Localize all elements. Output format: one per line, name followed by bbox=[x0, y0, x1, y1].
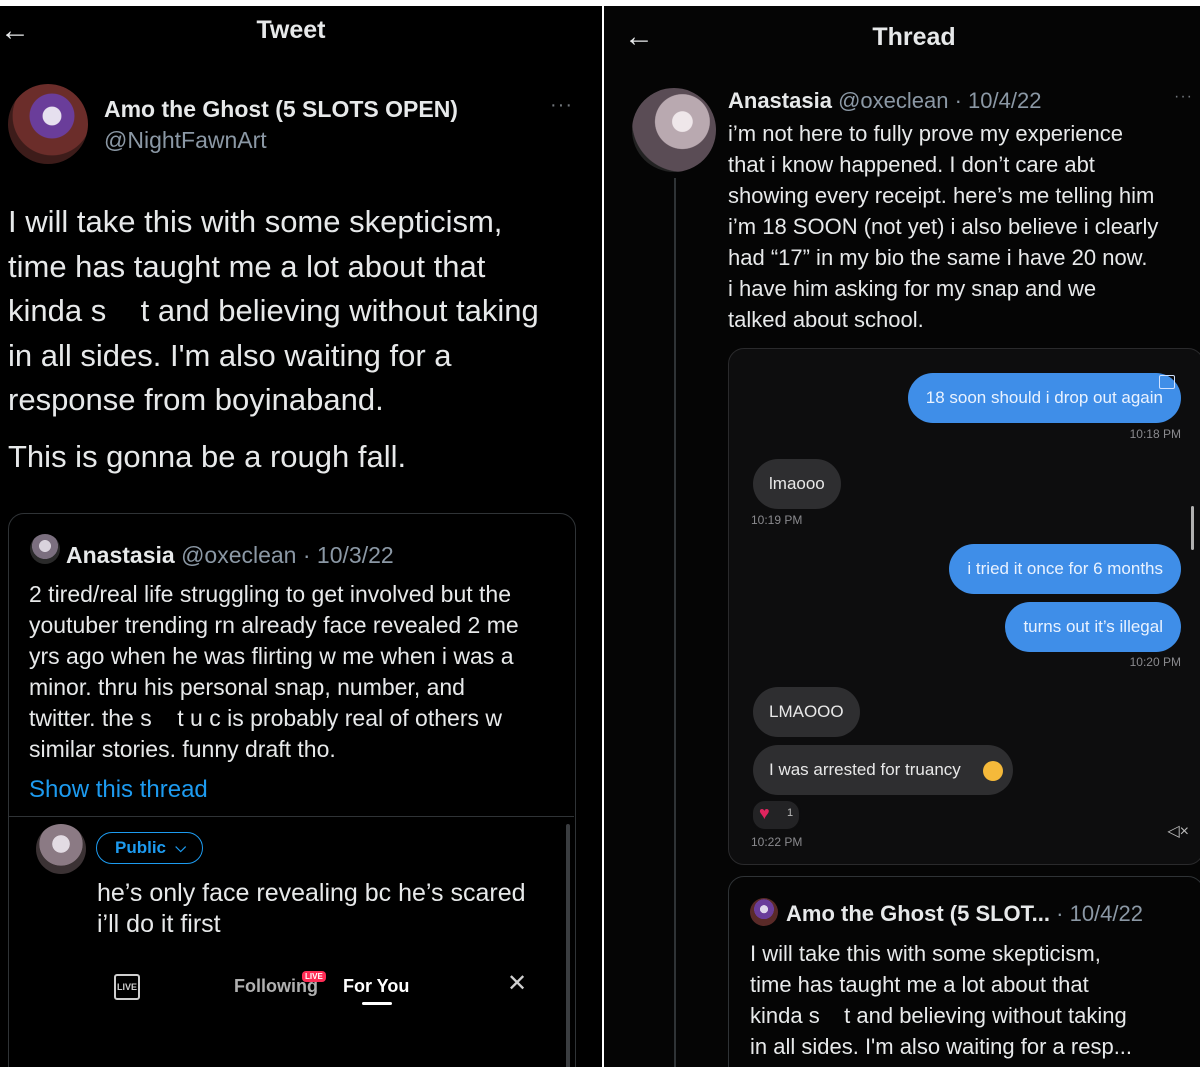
quote-line: kinda s t and believing without taking bbox=[750, 1003, 1127, 1028]
timestamp: 10:18 PM bbox=[1129, 427, 1181, 441]
quote-avatar[interactable] bbox=[750, 898, 778, 926]
quote-author: Anastasia @oxeclean · 10/3/22 bbox=[66, 542, 394, 569]
author-handle[interactable]: @NightFawnArt bbox=[104, 127, 267, 154]
received-message: lmaooo bbox=[753, 459, 841, 509]
quote-line: time has taught me a lot about that bbox=[750, 972, 1089, 997]
chevron-down-icon: ⌵ bbox=[175, 839, 187, 855]
scrollbar[interactable] bbox=[1191, 506, 1194, 550]
author-name[interactable]: Amo the Ghost (5 SLOTS OPEN) bbox=[104, 96, 458, 123]
quote-line: I will take this with some skepticism, bbox=[750, 941, 1101, 966]
reply-text[interactable]: he’s only face revealing bc he’s scared … bbox=[97, 878, 526, 940]
thread-line-text: talked about school. bbox=[728, 307, 924, 332]
timestamp: 10:19 PM bbox=[751, 513, 803, 527]
timestamp: 10:20 PM bbox=[1129, 655, 1181, 669]
post-date: · 10/4/22 bbox=[954, 88, 1042, 113]
author-handle[interactable]: @oxeclean bbox=[838, 88, 948, 113]
tweet-line: I will take this with some skepticism, bbox=[8, 204, 503, 239]
more-options-icon[interactable]: ··· bbox=[550, 94, 573, 117]
for-you-tab[interactable]: For You bbox=[343, 976, 409, 997]
quote-avatar[interactable] bbox=[30, 534, 60, 564]
active-tab-indicator bbox=[362, 1002, 392, 1005]
tweet-header: ← Tweet bbox=[0, 6, 602, 66]
thread-header: ← Thread bbox=[604, 6, 1200, 66]
quote-line: twitter. the s t u c is probably real of… bbox=[29, 705, 502, 731]
quote-name: Anastasia bbox=[66, 542, 175, 568]
message-text: I was arrested for truancy bbox=[769, 760, 961, 779]
left-screenshot-panel: ← Tweet Amo the Ghost (5 SLOTS OPEN) @Ni… bbox=[0, 6, 602, 1067]
tweet-line: time has taught me a lot about that bbox=[8, 248, 486, 284]
reply-line: he’s only face revealing bc he’s scared bbox=[97, 879, 526, 907]
reaction-pill[interactable]: ♥ 1 bbox=[751, 799, 801, 831]
more-options-icon[interactable]: ··· bbox=[1174, 88, 1193, 106]
thread-line-text: i’m 18 SOON (not yet) i also believe i c… bbox=[728, 214, 1159, 239]
tweet-body: I will take this with some skepticism, t… bbox=[8, 200, 598, 479]
author-row: Anastasia @oxeclean · 10/4/22 bbox=[728, 88, 1041, 114]
quote-name: Amo the Ghost (5 SLOT... bbox=[786, 901, 1051, 926]
tweet-line: response from boyinaband. bbox=[8, 382, 384, 417]
reply-line: i’ll do it first bbox=[97, 910, 221, 938]
thread-line bbox=[674, 178, 676, 1067]
tweet-line: This is gonna be a rough fall. bbox=[8, 438, 407, 474]
audience-label: Public bbox=[115, 838, 167, 857]
thread-body: i’m not here to fully prove my experienc… bbox=[728, 118, 1198, 335]
quote-line: youtuber trending rn already face reveal… bbox=[29, 612, 519, 638]
sent-message: i tried it once for 6 months bbox=[949, 544, 1181, 594]
thread-line-text: that i know happened. I don’t care abt bbox=[728, 152, 1095, 177]
quote-body: 2 tired/real life struggling to get invo… bbox=[29, 579, 574, 805]
header-title: Thread bbox=[872, 23, 956, 51]
quote-handle: @oxeclean bbox=[181, 542, 297, 568]
sent-message: 18 soon should i drop out again bbox=[907, 373, 1181, 423]
reply-avatar[interactable] bbox=[36, 824, 86, 874]
thread-line-text: i have him asking for my snap and we bbox=[728, 276, 1097, 301]
thread-line-text: had “17” in my bio the same i have 20 no… bbox=[728, 245, 1148, 270]
header-title: Tweet bbox=[256, 16, 326, 44]
close-search-icon[interactable]: ✕ bbox=[507, 969, 527, 998]
live-icon[interactable]: LIVE bbox=[114, 974, 140, 1000]
quote-date: · 10/3/22 bbox=[302, 542, 394, 568]
heart-icon: ♥ bbox=[759, 803, 770, 823]
received-message: LMAOOO bbox=[753, 687, 860, 737]
quote-line: yrs ago when he was flirting w me when i… bbox=[29, 643, 514, 669]
right-screenshot-panel: ← Thread Anastasia @oxeclean · 10/4/22 ·… bbox=[604, 6, 1200, 1067]
heart-eyes-emoji-icon bbox=[983, 761, 1003, 781]
timestamp: 10:22 PM bbox=[751, 835, 803, 849]
tweet-line: in all sides. I'm also waiting for a bbox=[8, 337, 452, 373]
scrollbar[interactable] bbox=[566, 824, 570, 1067]
mute-icon[interactable]: ◁× bbox=[1167, 821, 1189, 841]
quote-author: Amo the Ghost (5 SLOT... · 10/4/22 bbox=[786, 901, 1143, 927]
author-avatar[interactable] bbox=[8, 84, 88, 164]
divider bbox=[8, 816, 574, 817]
quote-line: in all sides. I'm also waiting for a res… bbox=[750, 1034, 1133, 1059]
author-avatar[interactable] bbox=[632, 88, 716, 172]
live-badge: LIVE bbox=[302, 971, 326, 982]
reaction-count: 1 bbox=[787, 807, 794, 819]
thread-line-text: showing every receipt. here’s me telling… bbox=[728, 183, 1155, 208]
quote-line: similar stories. funny draft tho. bbox=[29, 736, 336, 762]
audience-selector[interactable]: Public ⌵ bbox=[96, 832, 204, 864]
quote-line: 2 tired/real life struggling to get invo… bbox=[29, 581, 512, 607]
sent-message: turns out it’s illegal bbox=[1005, 602, 1181, 652]
tweet-line: kinda s t and believing without taking bbox=[8, 293, 539, 328]
show-thread-link[interactable]: Show this thread bbox=[29, 774, 574, 805]
thread-line-text: i’m not here to fully prove my experienc… bbox=[728, 121, 1123, 146]
quote-line: minor. thru his personal snap, number, a… bbox=[29, 674, 465, 700]
received-message: I was arrested for truancy bbox=[753, 745, 1013, 795]
author-name[interactable]: Anastasia bbox=[728, 88, 832, 113]
chat-screenshot[interactable]: 18 soon should i drop out again 10:18 PM… bbox=[728, 348, 1200, 865]
quote-body: I will take this with some skepticism, t… bbox=[750, 938, 1198, 1062]
image-icon bbox=[1159, 375, 1175, 389]
quote-date: · 10/4/22 bbox=[1056, 901, 1143, 926]
